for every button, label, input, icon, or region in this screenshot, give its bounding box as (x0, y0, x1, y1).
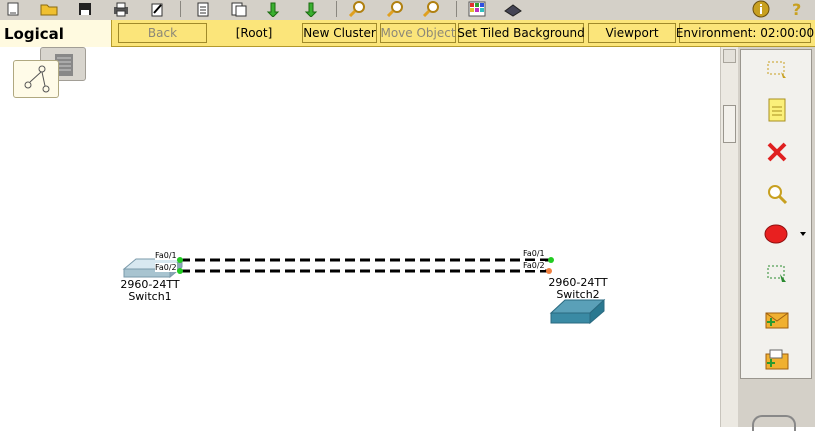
switch2-port-fa0-2-label: Fa0/2 (523, 261, 545, 270)
scroll-up-arrow[interactable] (723, 49, 736, 63)
common-tools-group (740, 49, 812, 379)
back-button[interactable]: Back (118, 23, 207, 43)
select-icon[interactable] (741, 52, 813, 88)
link1-from-status (177, 257, 183, 263)
zoom-in-icon[interactable] (346, 0, 368, 18)
add-complex-pdu-icon[interactable] (741, 342, 813, 378)
palette-icon[interactable] (466, 0, 488, 18)
logical-workspace-canvas[interactable]: Fa0/1 Fa0/2 Fa0/1 Fa0/2 2960-24TT Switch… (0, 47, 720, 427)
switch2-name: Switch2 (556, 288, 600, 301)
switch2-label[interactable]: 2960-24TT Switch2 (536, 277, 620, 301)
environment-button[interactable]: Environment: 02:00:00 (676, 23, 814, 43)
resize-icon[interactable] (741, 256, 813, 292)
link1-to-status (548, 257, 554, 263)
root-breadcrumb[interactable]: [Root] (208, 23, 300, 43)
main-toolbar: ? (0, 0, 815, 21)
new-file-icon[interactable] (2, 0, 24, 18)
logical-workspace-label[interactable]: Logical (0, 20, 112, 48)
switch1-port-fa0-1-label: Fa0/1 (155, 251, 177, 260)
note-icon[interactable] (741, 92, 813, 128)
switch1-name: Switch1 (128, 290, 172, 303)
open-folder-icon[interactable] (38, 0, 60, 18)
scroll-thumb[interactable] (723, 105, 736, 143)
viewport-button[interactable]: Viewport (588, 23, 676, 43)
clipboard-icon[interactable] (192, 0, 214, 18)
switch2-icon (549, 298, 606, 325)
panel-scroll-knob-icon[interactable] (752, 415, 796, 431)
save-icon[interactable] (74, 0, 96, 18)
info-icon[interactable] (750, 0, 772, 18)
switch1-label[interactable]: 2960-24TT Switch1 (108, 279, 192, 303)
edit-icon[interactable] (146, 0, 168, 18)
switch2-port-fa0-1-label: Fa0/1 (523, 249, 545, 258)
move-object-button[interactable]: Move Object (380, 23, 456, 43)
common-tools-panel (738, 47, 815, 431)
inspect-icon[interactable] (741, 176, 813, 212)
document-list-icon[interactable] (228, 0, 250, 18)
link2-to-status (546, 268, 552, 274)
set-tiled-background-button[interactable]: Set Tiled Background (457, 23, 585, 43)
canvas-vertical-scrollbar[interactable] (720, 47, 738, 427)
new-cluster-button[interactable]: New Cluster (302, 23, 377, 43)
print-icon[interactable] (110, 0, 132, 18)
switch1-port-fa0-2-label: Fa0/2 (155, 263, 177, 272)
help-icon[interactable]: ? (786, 0, 808, 18)
logical-view-tab[interactable] (13, 60, 59, 98)
draw-ellipse-icon[interactable] (741, 216, 813, 252)
zoom-out-icon[interactable] (420, 0, 442, 18)
svg-text:?: ? (792, 0, 801, 18)
paste-arrows-icon[interactable] (302, 0, 324, 18)
delete-icon[interactable] (741, 134, 813, 170)
add-simple-pdu-icon[interactable] (741, 302, 813, 338)
zoom-reset-icon[interactable] (384, 0, 406, 18)
link2-from-status (177, 268, 183, 274)
copy-arrows-icon[interactable] (264, 0, 286, 18)
device-book-icon[interactable] (502, 0, 524, 18)
